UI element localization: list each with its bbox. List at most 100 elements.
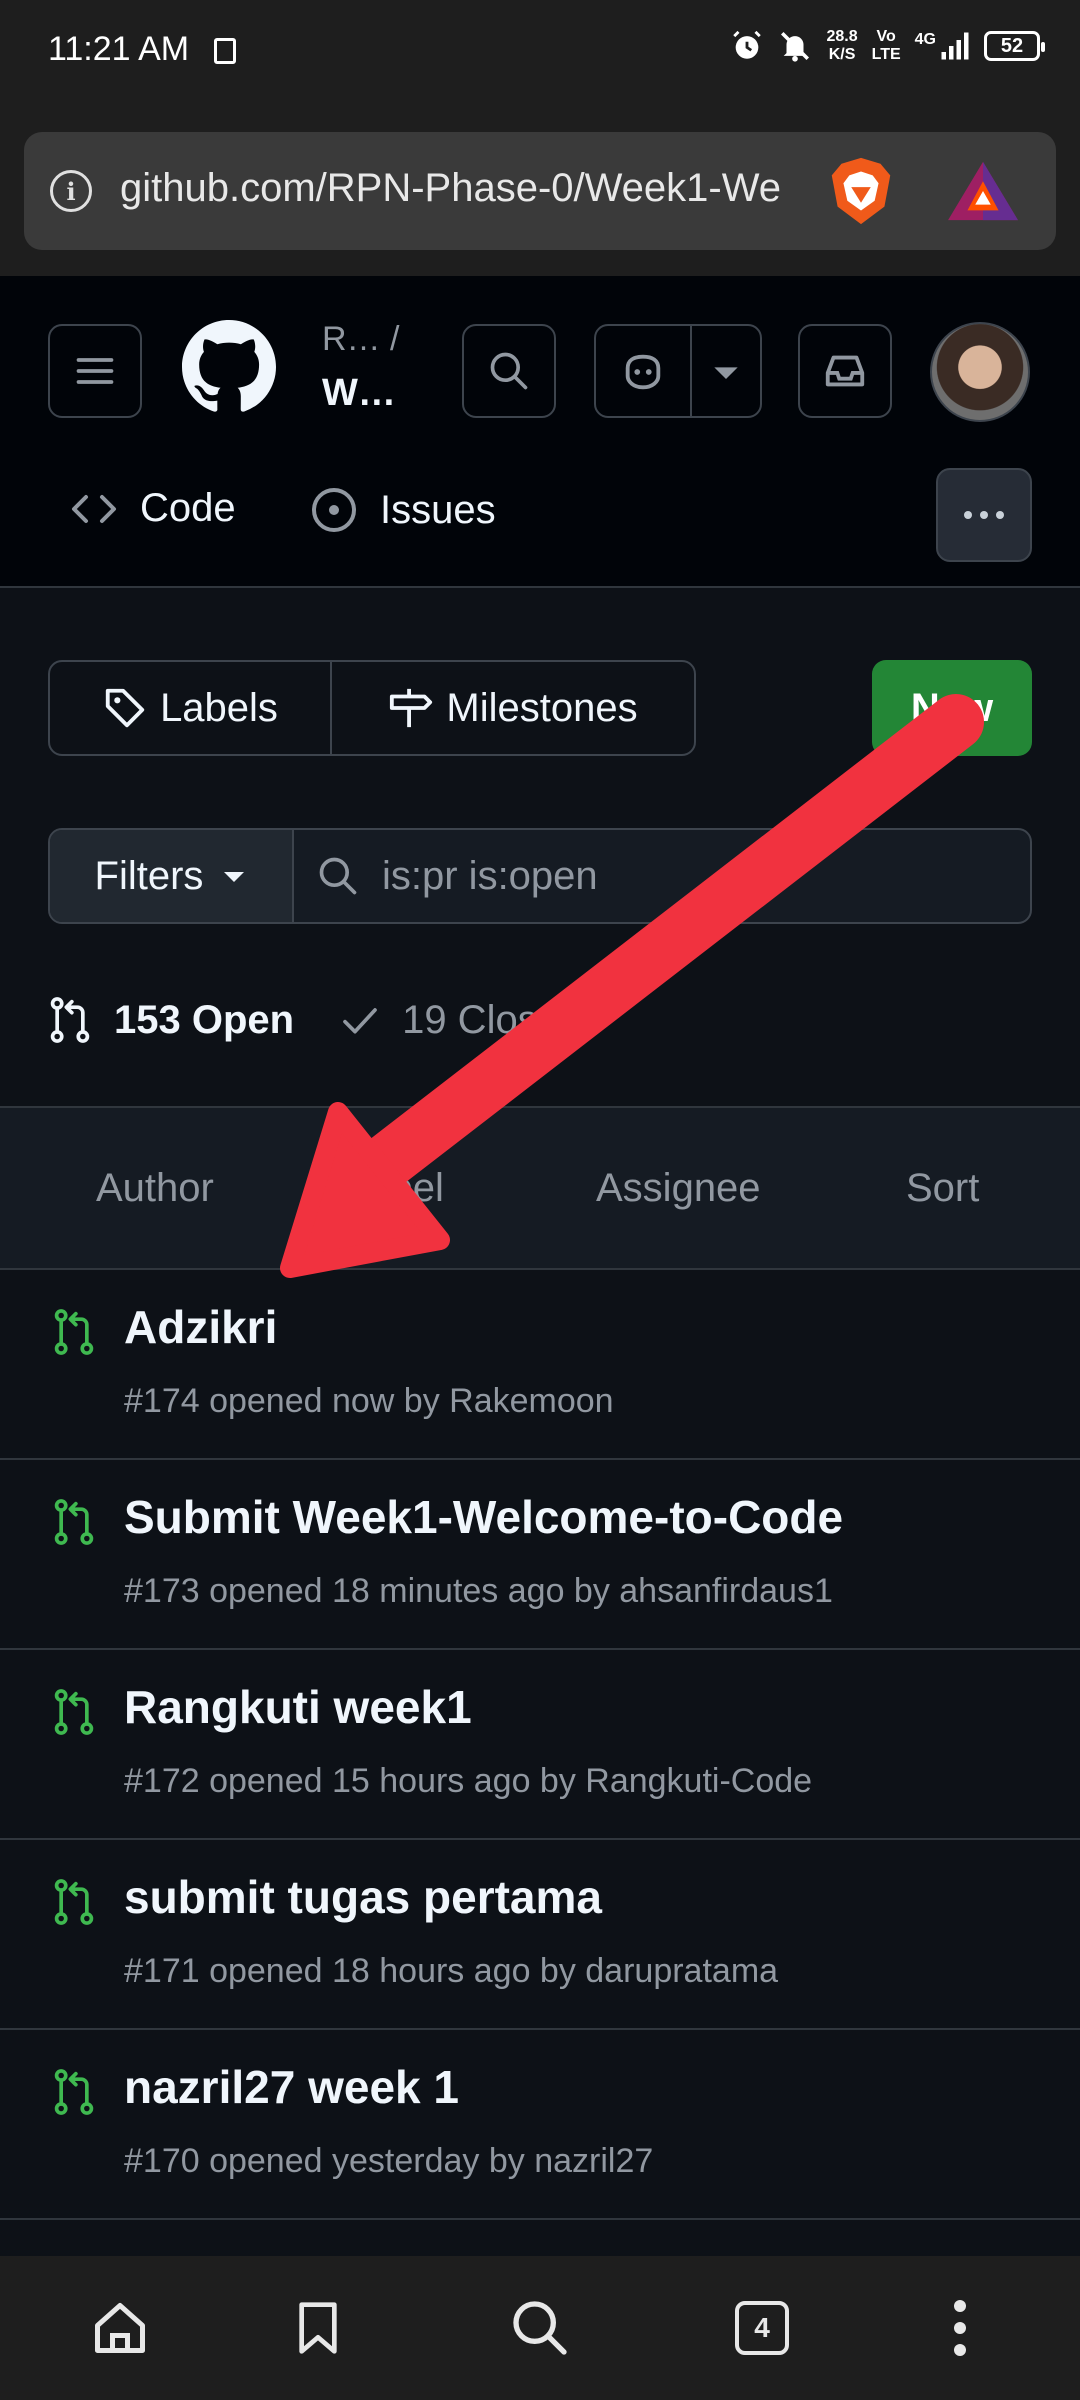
filter-sort-bar: Author Label Assignee Sort bbox=[0, 1106, 1080, 1270]
pr-meta: #174 opened now by Rakemoon bbox=[124, 1382, 614, 1420]
state-toggle: 153 Open 19 Closed bbox=[48, 996, 582, 1044]
labels-button[interactable]: Labels bbox=[50, 662, 330, 754]
tabs-button[interactable]: 4 bbox=[730, 2296, 794, 2360]
tab-issues[interactable]: Issues bbox=[310, 486, 496, 534]
label-filter[interactable]: Label bbox=[346, 1166, 444, 1211]
pr-title[interactable]: Rangkuti week1 bbox=[124, 1680, 472, 1734]
hamburger-icon bbox=[76, 358, 114, 384]
issue-icon bbox=[312, 488, 356, 532]
sim-icon bbox=[214, 38, 236, 64]
repo-owner-link[interactable]: R… / bbox=[322, 320, 399, 359]
address-bar[interactable]: i github.com/RPN-Phase-0/Week1-We bbox=[24, 132, 1056, 250]
tab-code[interactable]: Code bbox=[70, 486, 236, 531]
pr-title[interactable]: Adzikri bbox=[124, 1300, 277, 1354]
network-type: 4G bbox=[914, 31, 936, 48]
bookmark-icon bbox=[299, 2302, 337, 2354]
net-speed-value: 28.8 bbox=[826, 28, 858, 45]
volte-indicator: Vo LTE bbox=[872, 28, 901, 64]
search-input[interactable]: is:pr is:open bbox=[294, 830, 1030, 922]
tag-icon bbox=[105, 688, 145, 728]
info-icon[interactable]: i bbox=[50, 170, 92, 212]
battery-icon: 52 bbox=[984, 31, 1045, 61]
more-vertical-icon bbox=[954, 2300, 966, 2312]
inbox-button[interactable] bbox=[798, 324, 892, 418]
closed-count-label: 19 Closed bbox=[402, 997, 583, 1042]
copilot-button[interactable] bbox=[594, 324, 762, 418]
filter-bar: Filters is:pr is:open bbox=[48, 828, 1032, 924]
github-logo-icon[interactable] bbox=[182, 320, 276, 414]
milestone-icon bbox=[390, 688, 433, 728]
home-button[interactable] bbox=[88, 2296, 152, 2360]
net-speed: 28.8 K/S bbox=[826, 28, 857, 64]
pull-request-icon bbox=[50, 997, 90, 1043]
more-vertical-button[interactable] bbox=[928, 2296, 992, 2360]
assignee-filter[interactable]: Assignee bbox=[596, 1166, 761, 1211]
search-button-bottom[interactable] bbox=[508, 2296, 572, 2360]
new-pull-request-button[interactable]: New bbox=[872, 660, 1032, 756]
more-icon bbox=[964, 511, 972, 519]
net-speed-unit: K/S bbox=[828, 46, 856, 63]
more-icon-dot bbox=[980, 511, 988, 519]
search-icon bbox=[513, 2301, 567, 2355]
labels-milestones-group: Labels Milestones bbox=[48, 660, 696, 756]
more-vertical-icon-dot bbox=[954, 2322, 966, 2334]
avatar[interactable] bbox=[930, 322, 1030, 422]
more-button[interactable] bbox=[936, 468, 1032, 562]
volte-bottom: LTE bbox=[871, 46, 901, 63]
chevron-down-icon bbox=[224, 872, 245, 882]
check-icon bbox=[343, 1008, 377, 1034]
signal-indicator: 4G bbox=[915, 31, 970, 61]
github-header: R… / W… Code Issues bbox=[0, 276, 1080, 588]
status-icons: 28.8 K/S Vo LTE 4G 52 bbox=[730, 28, 1045, 64]
alarm-icon bbox=[730, 29, 764, 63]
browser-bottom-nav: 4 bbox=[0, 2256, 1080, 2400]
status-time: 11:21 AM bbox=[48, 30, 190, 68]
search-icon bbox=[319, 857, 357, 895]
closed-filter[interactable]: 19 Closed bbox=[340, 998, 582, 1043]
code-icon bbox=[72, 494, 116, 523]
author-filter[interactable]: Author bbox=[96, 1166, 214, 1211]
status-bar: 11:21 AM 28.8 K/S Vo LTE 4G 52 bbox=[0, 0, 1080, 112]
list-item[interactable]: submit tugas pertama #171 opened 18 hour… bbox=[0, 1840, 1080, 2030]
milestones-button[interactable]: Milestones bbox=[332, 662, 694, 754]
pr-title[interactable]: submit tugas pertama bbox=[124, 1870, 602, 1924]
list-item[interactable]: Submit Week1-Welcome-to-Code #173 opened… bbox=[0, 1460, 1080, 1650]
pull-request-open-icon bbox=[54, 1309, 94, 1355]
tab-issues-label: Issues bbox=[380, 487, 496, 532]
menu-button[interactable] bbox=[48, 324, 142, 418]
filters-label: Filters bbox=[94, 853, 204, 898]
search-query: is:pr is:open bbox=[382, 853, 598, 898]
list-item[interactable]: nazril27 week 1 #170 opened yesterday by… bbox=[0, 2030, 1080, 2220]
search-button[interactable] bbox=[462, 324, 556, 418]
labels-label: Labels bbox=[160, 685, 278, 730]
filters-dropdown[interactable]: Filters bbox=[50, 830, 294, 922]
pr-title[interactable]: nazril27 week 1 bbox=[124, 2060, 459, 2114]
milestones-label: Milestones bbox=[446, 685, 638, 730]
pr-meta: #170 opened yesterday by nazril27 bbox=[124, 2142, 654, 2180]
open-count-label: 153 Open bbox=[114, 997, 295, 1042]
pr-meta: #173 opened 18 minutes ago by ahsanfirda… bbox=[124, 1572, 833, 1610]
more-icon-dot bbox=[996, 511, 1004, 519]
search-icon bbox=[490, 352, 528, 390]
chevron-down-icon bbox=[714, 367, 738, 379]
list-item[interactable]: Adzikri #174 opened now by Rakemoon bbox=[0, 1270, 1080, 1460]
repo-name-link[interactable]: W… bbox=[322, 372, 396, 415]
pull-request-open-icon bbox=[54, 1879, 94, 1925]
pull-request-open-icon bbox=[54, 1499, 94, 1545]
inbox-icon bbox=[825, 355, 865, 387]
open-filter[interactable]: 153 Open bbox=[48, 996, 294, 1044]
pr-meta: #171 opened 18 hours ago by darupratama bbox=[124, 1952, 779, 1990]
pull-request-open-icon bbox=[54, 2069, 94, 2115]
pr-title[interactable]: Submit Week1-Welcome-to-Code bbox=[124, 1490, 843, 1544]
copilot-icon bbox=[625, 354, 661, 390]
tab-code-label: Code bbox=[140, 486, 236, 530]
tabs-icon: 4 bbox=[735, 2301, 789, 2355]
bat-rewards-icon[interactable] bbox=[944, 158, 1022, 224]
bookmarks-button[interactable] bbox=[286, 2296, 350, 2360]
sort-dropdown[interactable]: Sort bbox=[906, 1166, 979, 1211]
list-item[interactable]: Rangkuti week1 #172 opened 15 hours ago … bbox=[0, 1650, 1080, 1840]
signal-icon bbox=[941, 32, 969, 60]
brave-shield-icon[interactable] bbox=[822, 152, 900, 230]
volte-top: Vo bbox=[876, 28, 896, 45]
url-text[interactable]: github.com/RPN-Phase-0/Week1-We bbox=[120, 166, 810, 211]
